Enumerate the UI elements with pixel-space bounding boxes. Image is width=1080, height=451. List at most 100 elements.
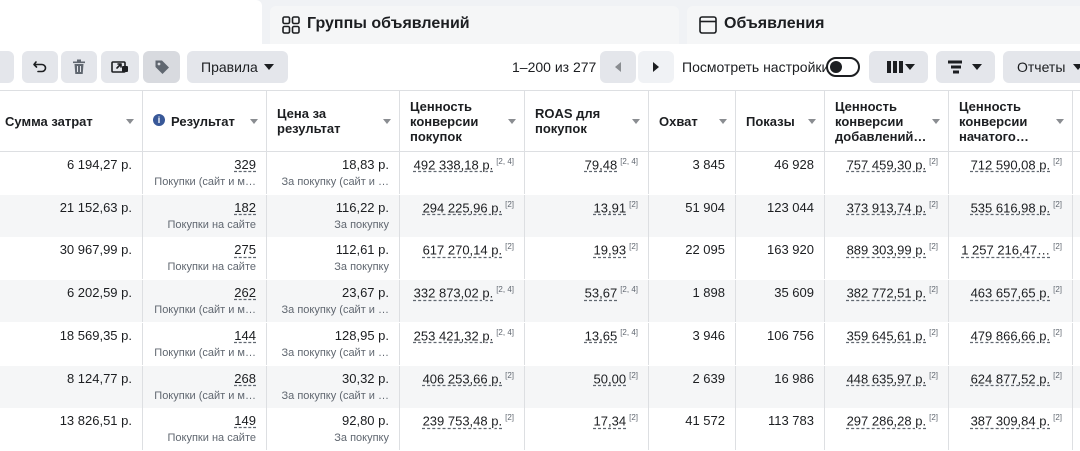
rules-button[interactable]: Правила [187,51,288,83]
table-row[interactable]: 8 124,77 р. 268 Покупки (сайт и м… 30,32 р.… [0,365,1080,409]
tab-campaigns[interactable] [0,0,262,44]
table-cell-checkout-value: 387 309,84 р. [2] [949,408,1073,451]
cell-value-text: 617 270,14 р. [422,242,503,258]
cell-value: 112,61 р. [336,242,389,257]
cell-value[interactable]: 332 873,02 р. [2, 4] [414,285,514,300]
cell-value[interactable]: 406 253,66 р. [2] [423,371,514,386]
sort-caret-icon [1056,119,1064,124]
delete-button[interactable] [61,51,97,83]
cell-value[interactable]: 382 772,51 р. [2] [847,285,938,300]
next-page-button[interactable] [638,51,674,83]
prev-page-button[interactable] [600,51,636,83]
table-row[interactable]: 13 826,51 р. 149 Покупки на сайте 92,80 р. З… [0,408,1080,451]
cell-value[interactable]: 13,65 [2, 4] [585,328,638,343]
trash-icon [73,59,85,74]
table-row[interactable]: 21 152,63 р. 182 Покупки на сайте 116,22 р.… [0,194,1080,238]
col-header-reach[interactable]: Охват [649,91,736,151]
col-header-roas[interactable]: ROAS для покупок [525,91,649,151]
table-cell-spend: 8 124,77 р. [0,365,143,408]
cell-value[interactable]: 79,48 [2, 4] [585,157,638,172]
pagination-text: 1–200 из 277 [512,59,597,75]
cell-value[interactable]: 757 459,30 р. [2] [847,157,938,172]
col-header-checkout-value[interactable]: Ценность конверсии начатого… [949,91,1073,151]
info-icon[interactable]: i [153,114,165,126]
table-cell-add-value: 382 772,51 р. [2] [825,280,949,323]
cell-value[interactable]: 182 [234,200,256,215]
cell-value[interactable]: 329 [234,157,256,172]
cell-value[interactable]: 712 590,08 р. [2] [971,157,1062,172]
cell-value-text: 712 590,08 р. [970,157,1051,173]
col-header-add-to-cart-value[interactable]: Ценность конверсии добавлений… [825,91,949,151]
footnote-marker: [2] [505,199,514,209]
cell-value[interactable]: 262 [234,285,256,300]
cell-value: 116,22 р. [336,200,389,215]
view-settings-toggle[interactable] [826,57,860,77]
cell-value[interactable]: 17,34 [2] [594,413,638,428]
cell-value-text: 387 309,84 р. [970,413,1051,429]
table-row[interactable]: 30 967,99 р. 275 Покупки на сайте 112,61 р.… [0,237,1080,281]
cell-value[interactable]: 297 286,28 р. [2] [847,413,938,428]
cell-value-text: 3 845 [692,157,725,172]
cell-value[interactable]: 617 270,14 р. [2] [423,242,514,257]
cell-value-text: 448 635,97 р. [846,370,927,386]
cell-value[interactable]: 624 877,52 р. [2] [971,371,1062,386]
cell-subtext: За покупку (сайт и … [281,304,390,317]
cell-subtext: Покупки (сайт и м… [154,304,256,317]
export-button[interactable] [101,51,139,83]
cell-value[interactable]: 50,00 [2] [594,371,638,386]
reports-button[interactable]: Отчеты [1003,51,1080,83]
col-header-spend[interactable]: Сумма затрат [0,91,143,151]
export-icon [111,61,128,73]
cell-value[interactable]: 13,91 [2] [594,200,638,215]
breakdown-button[interactable] [936,51,995,83]
table-row[interactable]: 6 194,27 р. 329 Покупки (сайт и м… 18,83 р.… [0,152,1080,195]
cell-value: 18 569,35 р. [60,328,132,343]
cell-value[interactable]: 294 225,96 р. [2] [423,200,514,215]
cell-value[interactable]: 144 [234,328,256,343]
cell-subtext: Покупки на сайте [167,218,256,231]
cell-value[interactable]: 387 309,84 р. [2] [971,413,1062,428]
tab-ad-sets[interactable]: Группы объявлений [270,6,679,44]
cell-value[interactable]: 19,93 [2] [594,242,638,257]
cell-value[interactable]: 373 913,74 р. [2] [847,200,938,215]
cell-value[interactable]: 535 616,98 р. [2] [971,200,1062,215]
cell-value[interactable]: 463 657,65 р. [2] [971,285,1062,300]
tab-ads[interactable]: Объявления [687,6,1080,44]
undo-button[interactable] [22,51,58,83]
cell-value[interactable]: 889 303,99 р. [2] [847,242,938,257]
table-row[interactable]: 18 569,35 р. 144 Покупки (сайт и м… 128,95 … [0,322,1080,366]
cell-value[interactable]: 268 [234,371,256,386]
col-header-purchase-value[interactable]: Ценность конверсии покупок [400,91,525,151]
cell-value[interactable]: 53,67 [2, 4] [585,285,638,300]
table-cell-reach: 1 898 [649,280,736,323]
cell-value[interactable]: 1 257 216,47… [2] [961,242,1062,257]
columns-button[interactable] [869,51,928,83]
col-header-cost-per-result[interactable]: Цена за результат [267,91,400,151]
cell-value[interactable]: 359 645,61 р. [2] [847,328,938,343]
cell-value[interactable]: 149 [234,413,256,428]
table-cell-roas: 13,65 [2, 4] [525,322,649,365]
cell-value[interactable]: 448 635,97 р. [2] [847,371,938,386]
table-cell-checkout-value: 535 616,98 р. [2] [949,194,1073,237]
cell-value-text: 406 253,66 р. [422,370,503,386]
cell-value: 13 826,51 р. [60,413,132,428]
table-cell-spend: 13 826,51 р. [0,408,143,451]
sort-caret-icon [632,119,640,124]
col-header-result[interactable]: i Результат [143,91,267,151]
cell-value-text: 112,61 р. [335,242,389,258]
cell-value[interactable]: 479 866,66 р. [2] [971,328,1062,343]
footnote-marker: [2] [1053,157,1062,166]
tag-button[interactable] [143,51,180,83]
col-header-label: Охват [659,114,698,129]
footnote-marker: [2] [629,199,638,209]
table-cell-add-value: 359 645,61 р. [2] [825,322,949,365]
cell-value[interactable]: 275 [234,242,256,257]
cell-value[interactable]: 253 421,32 р. [2, 4] [414,328,514,343]
chevron-down-icon [264,64,274,70]
cell-value[interactable]: 492 338,18 р. [2, 4] [414,157,514,172]
col-header-impressions[interactable]: Показы [736,91,825,151]
cell-value[interactable]: 239 753,48 р. [2] [423,413,514,428]
col-header-label: Показы [746,114,795,129]
edit-button[interactable] [0,51,14,83]
table-row[interactable]: 6 202,59 р. 262 Покупки (сайт и м… 23,67 р.… [0,280,1080,324]
